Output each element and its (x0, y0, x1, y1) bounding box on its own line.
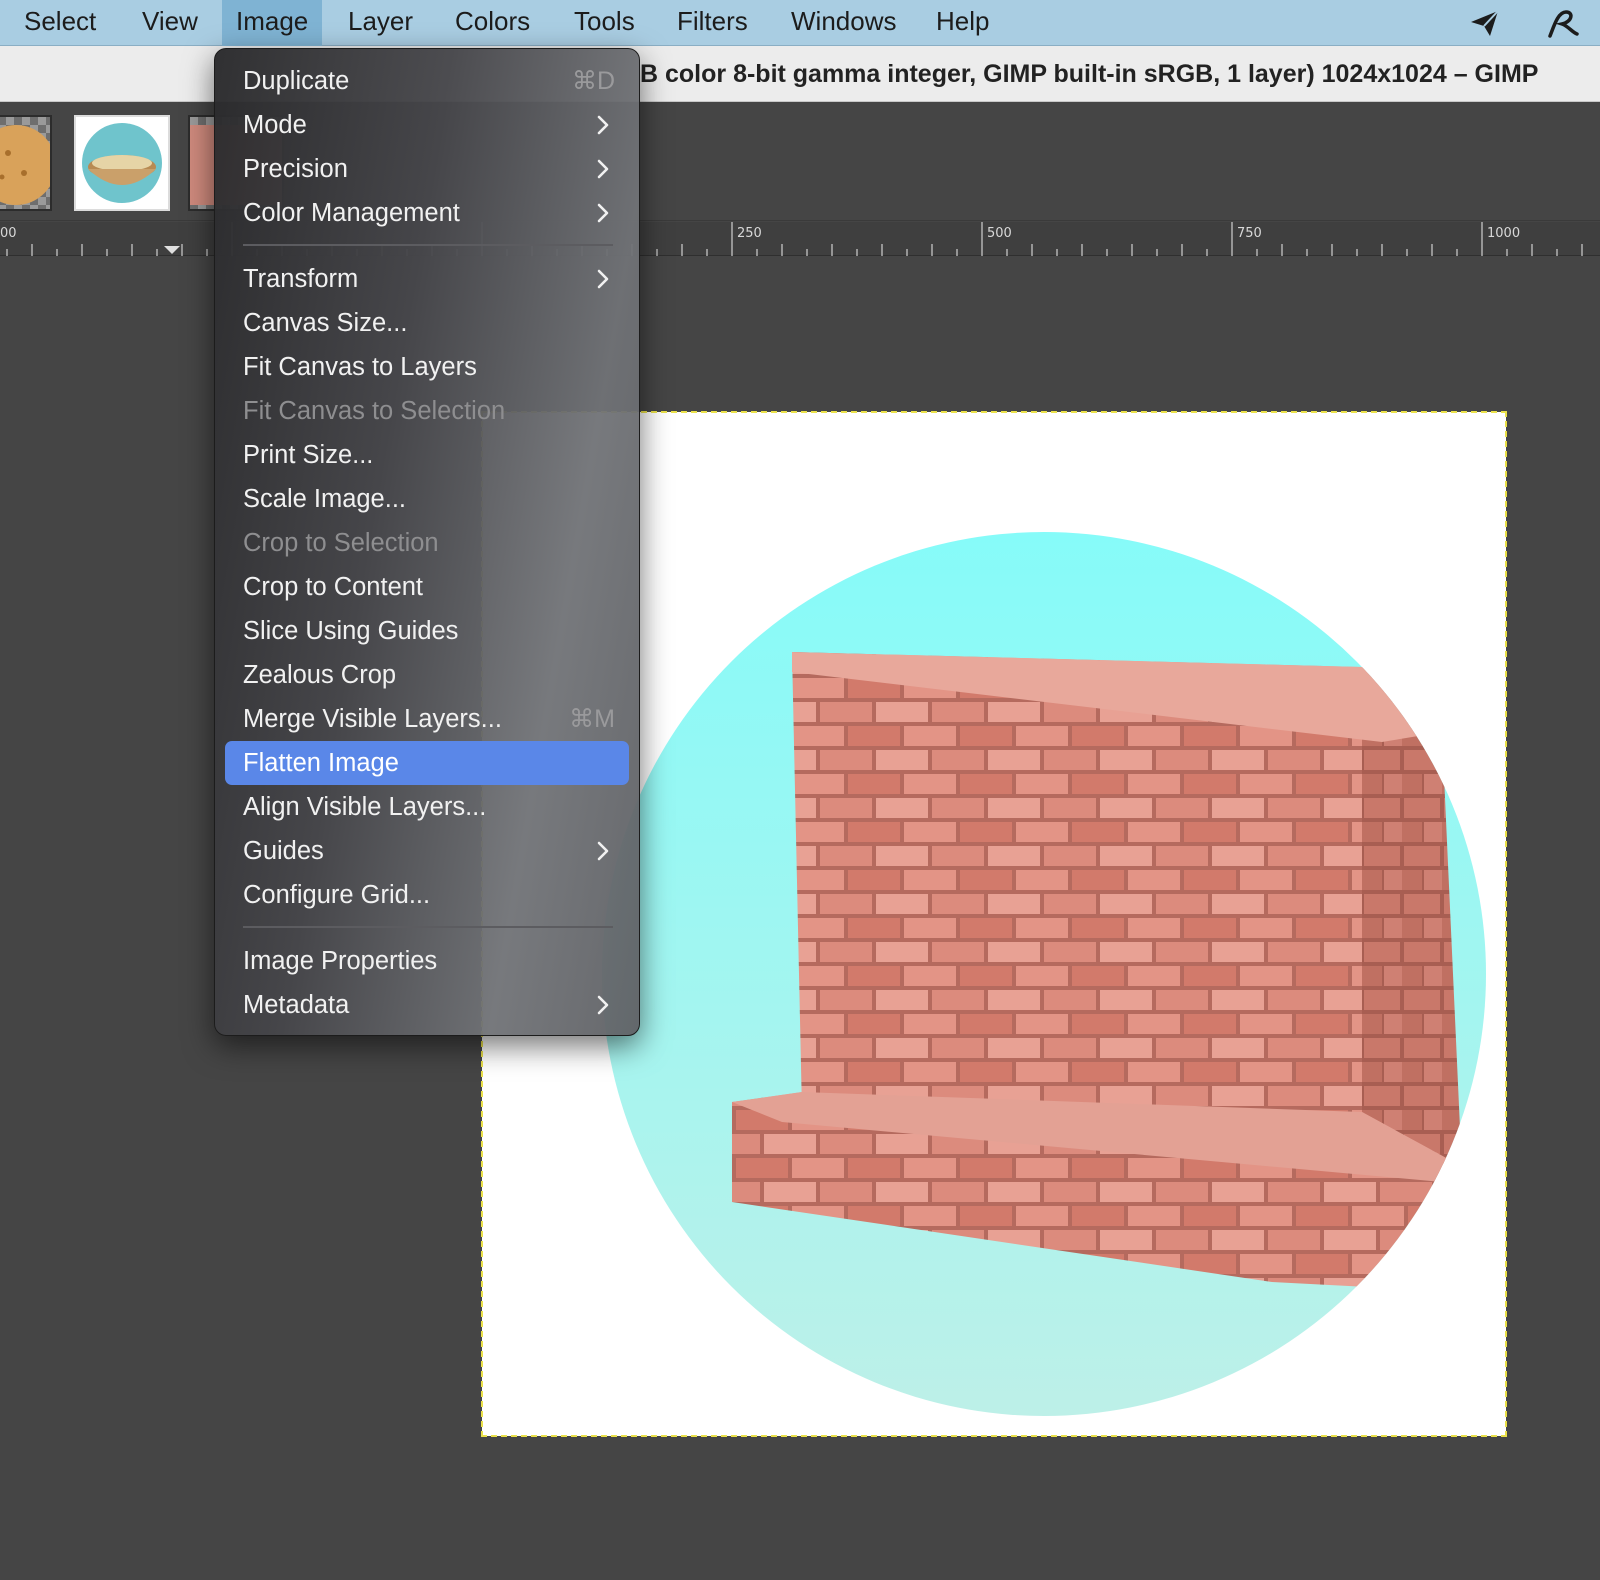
menu-item-color-management[interactable]: Color Management (225, 191, 629, 235)
menu-item-merge-visible-layers[interactable]: Merge Visible Layers... ⌘M (225, 697, 629, 741)
menu-item-label: Configure Grid... (243, 881, 431, 909)
menu-item-label: Slice Using Guides (243, 617, 459, 645)
ruler-label: 750 (1237, 226, 1262, 241)
menu-filters[interactable]: Filters (663, 0, 762, 46)
menu-item-configure-grid[interactable]: Configure Grid... (225, 873, 629, 917)
menu-item-label: Image Properties (243, 947, 438, 975)
menu-item-label: Zealous Crop (243, 661, 397, 689)
menu-colors[interactable]: Colors (441, 0, 544, 46)
menu-item-print-size[interactable]: Print Size... (225, 433, 629, 477)
chevron-right-icon (597, 159, 609, 179)
menu-item-label: Mode (243, 111, 307, 139)
menu-item-label: Merge Visible Layers... (243, 705, 502, 733)
menu-item-flatten-image[interactable]: Flatten Image (225, 741, 629, 785)
shortcut-cmd-m: ⌘M (569, 705, 615, 733)
menu-item-align-visible-layers[interactable]: Align Visible Layers... (225, 785, 629, 829)
menu-view[interactable]: View (128, 0, 212, 46)
menu-item-image-properties[interactable]: Image Properties (225, 939, 629, 983)
shortcut-cmd-d: ⌘D (571, 67, 615, 95)
chevron-right-icon (597, 841, 609, 861)
menu-item-canvas-size[interactable]: Canvas Size... (225, 301, 629, 345)
ruler-pointer-marker (164, 246, 180, 254)
menu-item-zealous-crop[interactable]: Zealous Crop (225, 653, 629, 697)
menu-item-label: Duplicate (243, 67, 350, 95)
menu-item-precision[interactable]: Precision (225, 147, 629, 191)
menu-item-guides[interactable]: Guides (225, 829, 629, 873)
ruler-label: 1000 (1487, 226, 1521, 241)
menu-windows[interactable]: Windows (777, 0, 910, 46)
ruler-label: 00 (0, 226, 17, 241)
menu-item-label: Crop to Selection (243, 529, 439, 557)
image-dropdown-menu: Duplicate ⌘D Mode Precision Color Manage… (214, 48, 640, 1036)
ruler-label: 500 (987, 226, 1012, 241)
menu-item-crop-to-content[interactable]: Crop to Content (225, 565, 629, 609)
menu-item-metadata[interactable]: Metadata (225, 983, 629, 1027)
chevron-right-icon (597, 203, 609, 223)
menu-separator (243, 244, 613, 246)
menu-item-fit-canvas-to-layers[interactable]: Fit Canvas to Layers (225, 345, 629, 389)
window-title: B color 8-bit gamma integer, GIMP built-… (640, 60, 1539, 88)
menu-help[interactable]: Help (922, 0, 1003, 46)
menu-item-label: Precision (243, 155, 348, 183)
chevron-right-icon (597, 995, 609, 1015)
menu-item-duplicate[interactable]: Duplicate ⌘D (225, 59, 629, 103)
menu-image[interactable]: Image (222, 0, 323, 46)
menu-item-label: Fit Canvas to Layers (243, 353, 477, 381)
menu-item-label: Canvas Size... (243, 309, 408, 337)
chevron-right-icon (597, 269, 609, 289)
menu-item-crop-to-selection: Crop to Selection (225, 521, 629, 565)
menu-item-label: Crop to Content (243, 573, 424, 601)
menu-item-label: Flatten Image (243, 749, 399, 777)
menu-layer[interactable]: Layer (334, 0, 427, 46)
menu-item-transform[interactable]: Transform (225, 257, 629, 301)
image-tab-cookie[interactable] (0, 115, 52, 211)
menu-item-scale-image[interactable]: Scale Image... (225, 477, 629, 521)
chevron-right-icon (597, 115, 609, 135)
menu-item-label: Align Visible Layers... (243, 793, 487, 821)
menu-item-label: Scale Image... (243, 485, 406, 513)
bowl-thumbnail (82, 123, 162, 203)
menu-item-label: Metadata (243, 991, 350, 1019)
app-menubar: Select View Image Layer Colors Tools Fil… (0, 0, 1600, 46)
menu-select[interactable]: Select (10, 0, 110, 46)
menu-separator (243, 926, 613, 928)
menu-item-fit-canvas-to-selection: Fit Canvas to Selection (225, 389, 629, 433)
menu-item-slice-using-guides[interactable]: Slice Using Guides (225, 609, 629, 653)
signature-icon[interactable] (1546, 6, 1580, 40)
menu-tools[interactable]: Tools (560, 0, 649, 46)
menu-item-label: Transform (243, 265, 359, 293)
cookie-thumbnail (0, 125, 50, 205)
ruler-label: 250 (737, 226, 762, 241)
menu-item-label: Color Management (243, 199, 460, 227)
menu-item-mode[interactable]: Mode (225, 103, 629, 147)
image-tab-bowl[interactable] (74, 115, 170, 211)
paper-plane-icon[interactable] (1468, 6, 1502, 40)
menu-item-label: Guides (243, 837, 324, 865)
menu-item-label: Fit Canvas to Selection (243, 397, 506, 425)
menu-item-label: Print Size... (243, 441, 374, 469)
